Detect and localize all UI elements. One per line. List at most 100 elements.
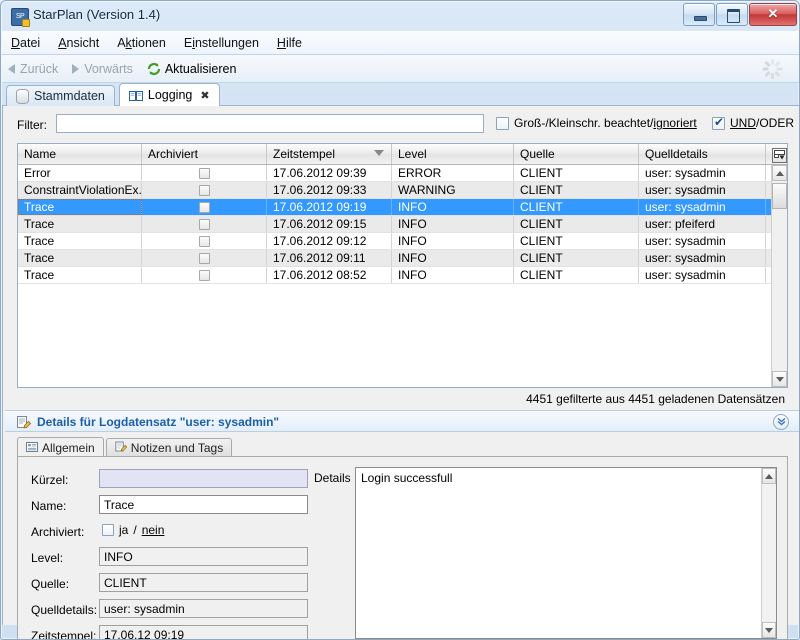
cell-archiviert	[142, 199, 267, 215]
logic-label: UND/ODER	[730, 116, 794, 130]
details-textarea-value: Login successfull	[361, 471, 453, 485]
record-count-label: 4451 gefilterte aus 4451 geladenen Daten…	[526, 392, 785, 406]
column-settings-button[interactable]	[766, 144, 787, 164]
archived-checkbox[interactable]	[102, 524, 114, 536]
row-archived-checkbox[interactable]	[198, 253, 210, 264]
title-bar: SP StarPlan (Version 1.4) ✕	[1, 1, 799, 31]
column-header-quelle[interactable]: Quelle	[514, 144, 639, 164]
column-header-quelldetails[interactable]: Quelldetails	[639, 144, 766, 164]
details-textarea-label: Details	[314, 471, 351, 485]
row-archived-checkbox[interactable]	[198, 168, 210, 179]
logic-checkbox[interactable]	[712, 115, 725, 130]
column-header-name[interactable]: Name	[18, 144, 142, 164]
spinner-dot	[770, 59, 774, 65]
case-sensitivity-option[interactable]: Groß-/Kleinschr. beachtet/ignoriert	[496, 116, 697, 130]
column-header-archiviert[interactable]: Archiviert	[142, 144, 267, 164]
toolbar-back-button[interactable]: Zurück	[2, 60, 66, 78]
column-header-zeitstempel[interactable]: Zeitstempel	[267, 144, 392, 164]
field-kuerzel[interactable]	[99, 469, 308, 488]
scrollbar-thumb[interactable]	[772, 183, 787, 209]
row-archived-checkbox[interactable]	[198, 236, 210, 247]
scroll-down-button[interactable]	[772, 371, 787, 387]
details-textarea[interactable]: Login successfull	[355, 467, 777, 639]
toolbar-refresh-label: Aktualisieren	[164, 61, 237, 76]
content-panel: Filter: Groß-/Kleinschr. beachtet/ignori…	[2, 106, 799, 639]
cell-archiviert	[142, 267, 267, 283]
logic-text-underlined: UND	[730, 116, 756, 130]
cell-level: INFO	[392, 199, 514, 215]
tab-stammdaten[interactable]: Stammdaten	[6, 85, 115, 106]
archived-separator: /	[133, 523, 137, 537]
field-zeitstempel: 17.06.12 09:19	[99, 625, 308, 639]
case-sensitivity-checkbox[interactable]	[496, 116, 509, 130]
menu-aktionen[interactable]: Aktionen	[108, 34, 175, 52]
scroll-up-button[interactable]	[772, 165, 787, 181]
detail-tab-notizen-label: Notizen und Tags	[130, 441, 224, 455]
row-archived-checkbox[interactable]	[198, 270, 210, 281]
toolbar-back-label: Zurück	[20, 61, 59, 76]
sort-indicator-icon	[374, 150, 384, 156]
archived-toggle[interactable]: ja / nein	[102, 523, 164, 537]
column-header-label: Level	[398, 147, 427, 161]
field-label-quelle: Quelle:	[31, 577, 70, 591]
row-archived-checkbox[interactable]	[198, 185, 210, 196]
cell-name: Trace	[18, 267, 142, 283]
row-archived-checkbox[interactable]	[198, 219, 210, 230]
table-row[interactable]: Trace 17.06.2012 09:11 INFO CLIENT user: sys…	[18, 250, 771, 267]
arrow-up-icon	[775, 170, 784, 176]
column-header-level[interactable]: Level	[392, 144, 514, 164]
table-row[interactable]: Error 17.06.2012 09:39 ERROR CLIENT user: sy…	[18, 165, 771, 182]
details-scroll-up-button[interactable]	[762, 468, 776, 484]
toolbar-refresh-button[interactable]: Aktualisieren	[141, 60, 245, 78]
menu-hilfe[interactable]: Hilfe	[268, 34, 311, 52]
row-archived-checkbox[interactable]	[198, 202, 210, 213]
chevron-down-icon[interactable]	[773, 414, 789, 430]
filter-input[interactable]	[56, 114, 484, 133]
application-window: SP StarPlan (Version 1.4) ✕ DDateiatei A…	[0, 0, 800, 640]
table-row[interactable]: Trace 17.06.2012 08:52 INFO CLIENT user: sys…	[18, 267, 771, 284]
toolbar-forward-button[interactable]: Vorwärts	[66, 60, 141, 78]
table-row[interactable]: ConstraintViolationEx... 17.06.2012 09:33…	[18, 182, 771, 199]
cell-quelle: CLIENT	[514, 199, 639, 215]
archived-no-label[interactable]: nein	[142, 523, 165, 537]
menu-einstellungen[interactable]: Einstellungen	[175, 34, 268, 52]
spinner-dot	[773, 70, 781, 78]
spinner-icon	[761, 58, 783, 80]
field-name[interactable]: Trace	[99, 495, 308, 514]
tab-logging[interactable]: Logging ✖	[118, 83, 220, 106]
tab-close-icon[interactable]: ✖	[200, 89, 209, 102]
table-row[interactable]: Trace 17.06.2012 09:15 INFO CLIENT user: pfe…	[18, 216, 771, 233]
table-vertical-scrollbar[interactable]	[771, 165, 787, 387]
spinner-dot	[762, 67, 768, 71]
column-header-label: Zeitstempel	[273, 147, 336, 161]
detail-tab-allgemein-label: Allgemein	[42, 440, 95, 455]
detail-tab-strip: Allgemein Notizen und Tags	[17, 437, 788, 457]
details-scrollbar[interactable]	[761, 468, 776, 638]
window-title: StarPlan (Version 1.4)	[33, 7, 161, 22]
spinner-dot	[770, 73, 774, 79]
cell-quelldetails: user: sysadmin	[639, 250, 766, 266]
details-scroll-down-button[interactable]	[762, 622, 776, 638]
logic-option[interactable]: UND/ODER	[712, 115, 794, 130]
cell-quelldetails: user: sysadmin	[639, 199, 766, 215]
main-tab-strip: Stammdaten Logging ✖	[2, 83, 799, 106]
cell-archiviert	[142, 233, 267, 249]
table-row[interactable]: Trace 17.06.2012 09:12 INFO CLIENT user: sys…	[18, 233, 771, 250]
menu-ansicht[interactable]: Ansicht	[49, 34, 108, 52]
minimize-button[interactable]	[683, 3, 715, 26]
table-row[interactable]: Trace 17.06.2012 09:19 INFO CLIENT user: sys…	[18, 199, 771, 216]
field-label-kuerzel: Kürzel:	[31, 473, 69, 487]
table-body: Error 17.06.2012 09:39 ERROR CLIENT user: sy…	[18, 165, 771, 387]
maximize-button[interactable]	[716, 3, 748, 26]
detail-tab-notizen[interactable]: Notizen und Tags	[105, 438, 233, 457]
detail-tab-allgemein[interactable]: Allgemein	[17, 437, 104, 457]
close-button[interactable]: ✕	[749, 3, 797, 26]
cell-name: Trace	[18, 216, 142, 232]
menu-datei[interactable]: DDateiatei	[2, 34, 49, 52]
refresh-icon	[147, 62, 160, 75]
logic-text-after: /ODER	[756, 116, 795, 130]
minimize-icon	[694, 16, 707, 21]
arrow-left-icon	[8, 63, 15, 74]
window-frame: SP StarPlan (Version 1.4) ✕ DDateiatei A…	[0, 0, 800, 640]
spinner-dot	[776, 67, 782, 71]
